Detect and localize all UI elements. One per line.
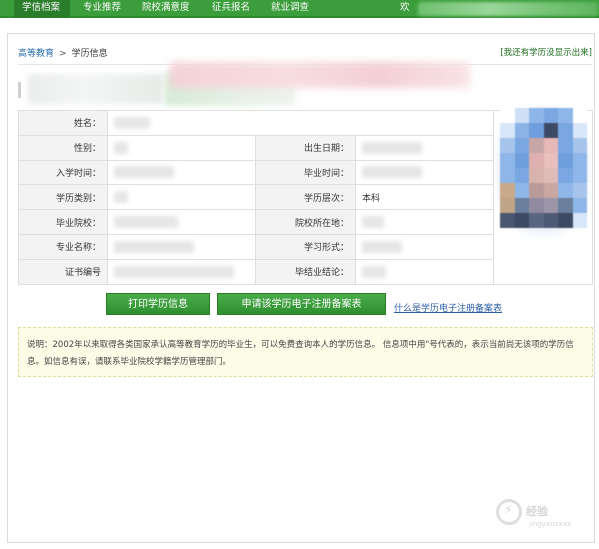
breadcrumb-separator: > bbox=[59, 49, 67, 59]
breadcrumb: 高等教育 > 学历信息 bbox=[18, 46, 108, 59]
birth-date-value-redacted bbox=[354, 134, 495, 161]
photo-mosaic-tile bbox=[529, 168, 544, 183]
photo-mosaic-tile bbox=[543, 213, 558, 228]
top-nav: 学信档案 专业推荐 院校满意度 征兵报名 就业调查 欢 bbox=[0, 0, 599, 18]
photo-mosaic-tile bbox=[543, 138, 558, 153]
photo-mosaic-tile bbox=[572, 168, 587, 183]
photo-mosaic-tile bbox=[572, 108, 587, 123]
photo-mosaic-tile bbox=[572, 213, 587, 228]
photo-mosaic-tile bbox=[529, 198, 544, 213]
photo-mosaic-tile bbox=[572, 153, 587, 168]
nav-tab-major-recommend[interactable]: 专业推荐 bbox=[83, 0, 121, 18]
photo-mosaic-tile bbox=[500, 153, 515, 168]
photo-mosaic-tile bbox=[572, 123, 587, 138]
photo-mosaic-tile bbox=[514, 153, 529, 168]
student-photo-pixelated bbox=[500, 108, 588, 230]
photo-mosaic-tile bbox=[543, 123, 558, 138]
photo-mosaic-tile bbox=[558, 183, 573, 198]
photo-mosaic-tile bbox=[514, 168, 529, 183]
apply-registration-form-button[interactable]: 申请该学历电子注册备案表 bbox=[217, 293, 386, 315]
graduation-time-label: 毕业时间： bbox=[255, 159, 356, 186]
birth-date-label: 出生日期： bbox=[255, 134, 356, 161]
photo-mosaic-tile bbox=[500, 138, 515, 153]
photo-mosaic-tile bbox=[543, 168, 558, 183]
photo-mosaic-tile bbox=[529, 123, 544, 138]
study-form-label: 学习形式： bbox=[255, 233, 356, 260]
title-bar-accent bbox=[18, 82, 21, 98]
graduate-school-label: 毕业院校： bbox=[18, 209, 108, 235]
photo-mosaic-tile bbox=[514, 138, 529, 153]
photo-mosaic-tile bbox=[529, 213, 544, 228]
nav-tab-conscription[interactable]: 征兵报名 bbox=[212, 0, 250, 18]
degree-category-value-redacted bbox=[107, 184, 256, 211]
photo-mosaic-tile bbox=[529, 183, 544, 198]
photo-mosaic-tile bbox=[543, 108, 558, 123]
photo-mosaic-tile bbox=[500, 198, 515, 213]
photo-mosaic-tile bbox=[543, 198, 558, 213]
school-location-label: 院校所在地： bbox=[255, 209, 356, 235]
photo-mosaic-tile bbox=[558, 108, 573, 123]
graduation-conclusion-label: 毕结业结论： bbox=[255, 258, 356, 285]
photo-mosaic-tile bbox=[558, 138, 573, 153]
name-label: 姓名： bbox=[18, 110, 108, 136]
watermark-bolt-icon: ⚡ bbox=[504, 503, 514, 518]
username-redacted bbox=[418, 2, 598, 16]
photo-mosaic-tile bbox=[572, 198, 587, 213]
enroll-time-label: 入学时间： bbox=[18, 159, 108, 186]
gender-label: 性别： bbox=[18, 134, 108, 161]
name-value-redacted bbox=[106, 110, 495, 136]
certificate-number-value-redacted bbox=[107, 258, 256, 285]
study-form-value-redacted bbox=[354, 233, 495, 260]
watermark-logo: ⚡ 经验 jingyanxxxx bbox=[496, 499, 581, 543]
graduation-conclusion-value-redacted bbox=[354, 258, 495, 285]
photo-mosaic-tile bbox=[514, 198, 529, 213]
photo-mosaic-tile bbox=[529, 108, 544, 123]
degree-category-label: 学历类别： bbox=[18, 184, 108, 211]
graduation-time-value-redacted bbox=[354, 159, 495, 186]
nav-tab-school-satisfaction[interactable]: 院校满意度 bbox=[142, 0, 190, 18]
photo-mosaic-tile bbox=[543, 183, 558, 198]
photo-mosaic-tile bbox=[529, 153, 544, 168]
registration-form-help-link[interactable]: 什么是学历电子注册备案表 bbox=[394, 301, 502, 314]
photo-mosaic-tile bbox=[558, 123, 573, 138]
title-redacted-block bbox=[170, 62, 470, 88]
watermark-sub: jingyanxxxx bbox=[529, 520, 572, 528]
photo-mosaic-tile bbox=[572, 138, 587, 153]
photo-mosaic-tile bbox=[558, 198, 573, 213]
breadcrumb-current: 学历信息 bbox=[71, 49, 108, 59]
photo-mosaic-tile bbox=[558, 153, 573, 168]
photo-mosaic-tile bbox=[514, 108, 529, 123]
breadcrumb-home-link[interactable]: 高等教育 bbox=[18, 49, 54, 59]
photo-mosaic-tile bbox=[514, 123, 529, 138]
graduate-school-value-redacted bbox=[107, 209, 256, 235]
photo-mosaic-tile bbox=[500, 108, 515, 123]
degree-level-label: 学历层次： bbox=[255, 184, 356, 211]
gender-value-redacted bbox=[107, 134, 256, 161]
explanation-note: 说明：2002年以来取得各类国家承认高等教育学历的毕业生，可以免费查询本人的学历… bbox=[18, 327, 593, 377]
school-location-value-redacted bbox=[354, 209, 495, 235]
certificate-number-label: 证书编号 bbox=[18, 258, 108, 285]
photo-mosaic-tile bbox=[572, 183, 587, 198]
photo-mosaic-tile bbox=[514, 183, 529, 198]
major-name-value-redacted bbox=[107, 233, 256, 260]
photo-mosaic-tile bbox=[514, 213, 529, 228]
photo-mosaic-tile bbox=[500, 168, 515, 183]
missing-degree-link[interactable]: [我还有学历没显示出来] bbox=[500, 46, 592, 58]
watermark-name: 经验 bbox=[526, 505, 548, 518]
photo-mosaic-tile bbox=[529, 138, 544, 153]
welcome-text: 欢 bbox=[400, 2, 410, 13]
photo-mosaic-tile bbox=[543, 153, 558, 168]
photo-mosaic-tile bbox=[558, 168, 573, 183]
photo-mosaic-tile bbox=[558, 213, 573, 228]
nav-tab-employment-survey[interactable]: 就业调查 bbox=[271, 0, 309, 18]
print-degree-button[interactable]: 打印学历信息 bbox=[106, 293, 210, 315]
title-redacted-block bbox=[28, 74, 163, 104]
major-name-label: 专业名称： bbox=[18, 233, 108, 260]
degree-level-value: 本科 bbox=[354, 184, 495, 211]
photo-mosaic-tile bbox=[500, 213, 515, 228]
photo-mosaic-tile bbox=[500, 183, 515, 198]
nav-tab-xuexin-archive[interactable]: 学信档案 bbox=[14, 0, 70, 18]
photo-mosaic-tile bbox=[500, 123, 515, 138]
enroll-time-value-redacted bbox=[107, 159, 256, 186]
